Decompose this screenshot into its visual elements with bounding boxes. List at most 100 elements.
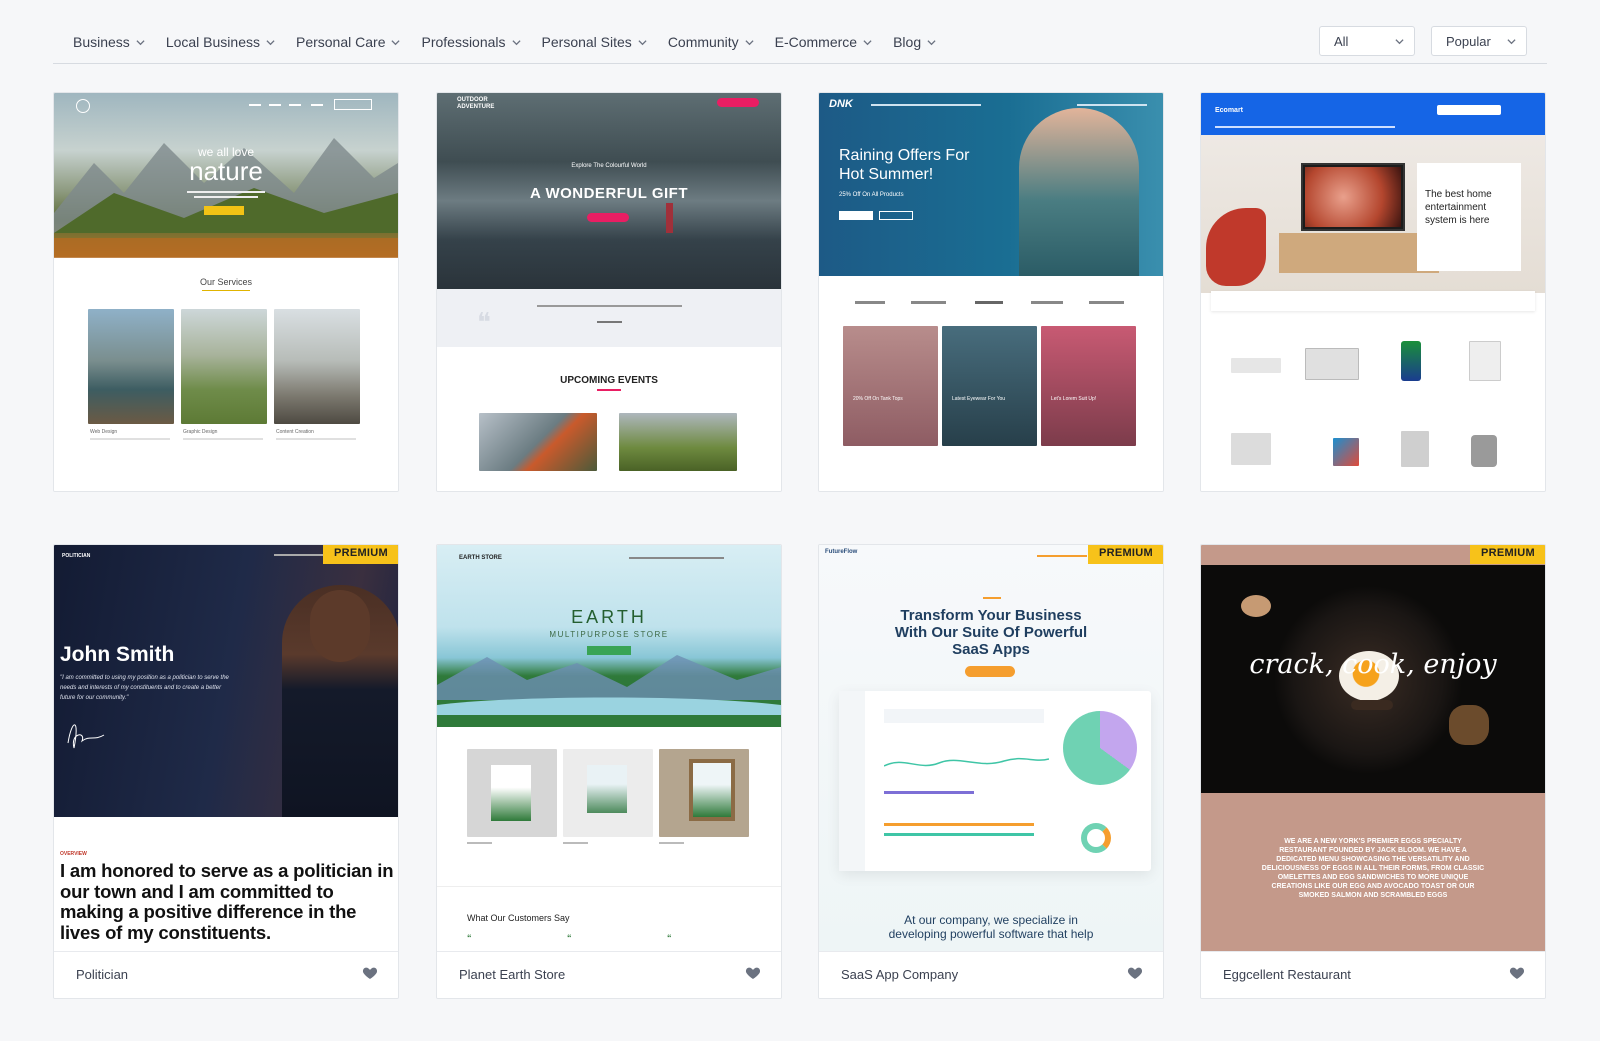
hero-sub: MULTIPURPOSE STORE xyxy=(549,630,669,639)
template-card[interactable]: we all love nature Our Services Web Desi… xyxy=(53,92,399,492)
brand-logo: FutureFlow xyxy=(825,549,858,555)
filter-personal-care[interactable]: Personal Care xyxy=(296,34,401,50)
service-image xyxy=(88,309,174,424)
sort-select[interactable]: Popular xyxy=(1431,26,1527,56)
chevron-down-icon xyxy=(1395,39,1404,45)
filter-label: Local Business xyxy=(165,34,260,50)
poster-image xyxy=(563,749,653,837)
event-image xyxy=(619,413,737,471)
hero-title: With Our Suite Of Powerful xyxy=(894,624,1088,641)
template-name[interactable]: Politician xyxy=(76,967,128,982)
section-title: Our Services xyxy=(199,277,252,287)
filter-local-business[interactable]: Local Business xyxy=(166,34,275,50)
chevron-down-icon xyxy=(1507,39,1516,45)
poster-image xyxy=(659,749,749,837)
template-card[interactable]: EARTH STORE EARTH MULTIPURPOSE STORE Wha… xyxy=(436,544,782,999)
type-select[interactable]: All xyxy=(1319,26,1415,56)
chevron-down-icon xyxy=(266,39,275,45)
filter-label: Blog xyxy=(893,34,922,50)
hero-title: A WONDERFUL GIFT xyxy=(530,185,688,202)
promo-tile-title: Let's Lorem Suit Up! xyxy=(1051,396,1097,402)
brand-logo: DNK xyxy=(829,98,853,110)
heart-icon[interactable] xyxy=(1127,965,1143,981)
heart-icon[interactable] xyxy=(1509,965,1525,981)
template-preview[interactable]: DNK Raining Offers For Hot Summer! 25% O… xyxy=(819,93,1163,491)
template-preview[interactable]: we all love nature Our Services Web Desi… xyxy=(54,93,398,491)
card-footer: SaaS App Company xyxy=(819,951,1163,998)
store-header: Ecomart xyxy=(1201,93,1545,135)
hero-image: crack, cook, enjoy xyxy=(1201,565,1545,793)
person-quote: "I am committed to using my position as … xyxy=(60,675,229,701)
template-card[interactable]: PREMIUM POLITICIAN John Smith "I am comm… xyxy=(53,544,399,999)
about-section: WE ARE A NEW YORK'S PREMIER EGGS SPECIAL… xyxy=(1201,793,1545,951)
template-card[interactable]: PREMIUM Ecomart The best home entertainm… xyxy=(1200,92,1546,492)
signature-icon xyxy=(67,724,105,749)
hero-title: The best home xyxy=(1425,189,1492,200)
poster-image xyxy=(467,749,557,837)
bottom-text: developing powerful software that help xyxy=(888,927,1094,941)
hero-title: entertainment xyxy=(1425,202,1487,213)
promo-tile: Latest Eyewear For You xyxy=(942,326,1037,446)
hero-card: The best home entertainment system is he… xyxy=(1417,163,1521,271)
statement: I am honored to serve as a politician in… xyxy=(60,860,394,943)
template-name[interactable]: SaaS App Company xyxy=(841,967,958,982)
template-preview[interactable]: OUTDOOR ADVENTURE Explore The Colourful … xyxy=(437,93,781,491)
hero-title: crack, cook, enjoy xyxy=(1249,649,1497,680)
chevron-down-icon xyxy=(391,39,401,45)
heart-icon[interactable] xyxy=(362,965,378,981)
filter-bar: Business Local Business Personal Care Pr… xyxy=(53,24,1547,64)
hero-image: POLITICIAN John Smith "I am committed to… xyxy=(54,545,398,817)
hero-title: Hot Summer! xyxy=(839,166,934,183)
card-footer: Planet Earth Store xyxy=(437,951,781,998)
filter-label: Personal Care xyxy=(295,34,386,50)
filter-e-commerce[interactable]: E-Commerce xyxy=(775,34,872,50)
template-name[interactable]: Planet Earth Store xyxy=(459,967,565,982)
template-preview[interactable]: crack, cook, enjoy WE ARE A NEW YORK'S P… xyxy=(1201,545,1545,951)
card-footer: Politician xyxy=(54,951,398,998)
event-image xyxy=(479,413,597,471)
template-preview[interactable]: Ecomart The best home entertainment syst… xyxy=(1201,93,1545,491)
hero-image: OUTDOOR ADVENTURE Explore The Colourful … xyxy=(437,93,781,289)
quote-icon: “ xyxy=(567,933,572,943)
hero-image: we all love nature xyxy=(54,93,398,258)
hero-title: SaaS Apps xyxy=(952,641,1030,658)
section-title: What Our Customers Say xyxy=(467,913,570,923)
quote-icon: “ xyxy=(467,933,472,943)
service-image xyxy=(274,309,360,424)
filter-community[interactable]: Community xyxy=(668,34,754,50)
filter-professionals[interactable]: Professionals xyxy=(421,34,521,50)
overview-label: OVERVIEW xyxy=(60,851,87,857)
template-card[interactable]: PREMIUM FutureFlow Transform Your Busine… xyxy=(818,544,1164,999)
filter-business[interactable]: Business xyxy=(73,34,145,50)
hero-title: Raining Offers For xyxy=(839,147,970,164)
section-title: UPCOMING EVENTS xyxy=(560,375,658,386)
type-select-value: All xyxy=(1334,33,1349,49)
service-caption: Content Creation xyxy=(276,429,314,435)
filter-blog[interactable]: Blog xyxy=(893,34,936,50)
filter-personal-sites[interactable]: Personal Sites xyxy=(542,34,647,50)
service-image xyxy=(181,309,267,424)
bottom-text: At our company, we specialize in xyxy=(904,913,1078,927)
chevron-down-icon xyxy=(511,39,521,45)
chevron-down-icon xyxy=(638,39,647,45)
template-preview[interactable]: EARTH STORE EARTH MULTIPURPOSE STORE Wha… xyxy=(437,545,781,951)
chevron-down-icon xyxy=(927,39,936,45)
promo-tile: 20% Off On Tank Tops xyxy=(843,326,938,446)
template-card[interactable]: DNK Raining Offers For Hot Summer! 25% O… xyxy=(818,92,1164,492)
promo-tile-title: 20% Off On Tank Tops xyxy=(853,396,903,402)
template-card[interactable]: PREMIUM crack, cook, enjoy WE ARE A NEW … xyxy=(1200,544,1546,999)
template-name[interactable]: Eggcellent Restaurant xyxy=(1223,967,1351,982)
template-card[interactable]: OUTDOOR ADVENTURE Explore The Colourful … xyxy=(436,92,782,492)
service-caption: Web Design xyxy=(90,429,118,435)
quote-icon: “ xyxy=(667,933,672,943)
dashboard-mock xyxy=(839,691,1151,871)
person-name: John Smith xyxy=(60,643,175,666)
promo-tile: Let's Lorem Suit Up! xyxy=(1041,326,1136,446)
filter-label: E-Commerce xyxy=(774,34,858,50)
premium-badge: PREMIUM xyxy=(1469,545,1545,564)
template-preview[interactable]: POLITICIAN John Smith "I am committed to… xyxy=(54,545,398,951)
heart-icon[interactable] xyxy=(745,965,761,981)
promo-tile-title: Latest Eyewear For You xyxy=(952,396,1006,402)
card-footer: Eggcellent Restaurant xyxy=(1201,951,1545,998)
template-preview[interactable]: FutureFlow Transform Your Business With … xyxy=(819,545,1163,951)
